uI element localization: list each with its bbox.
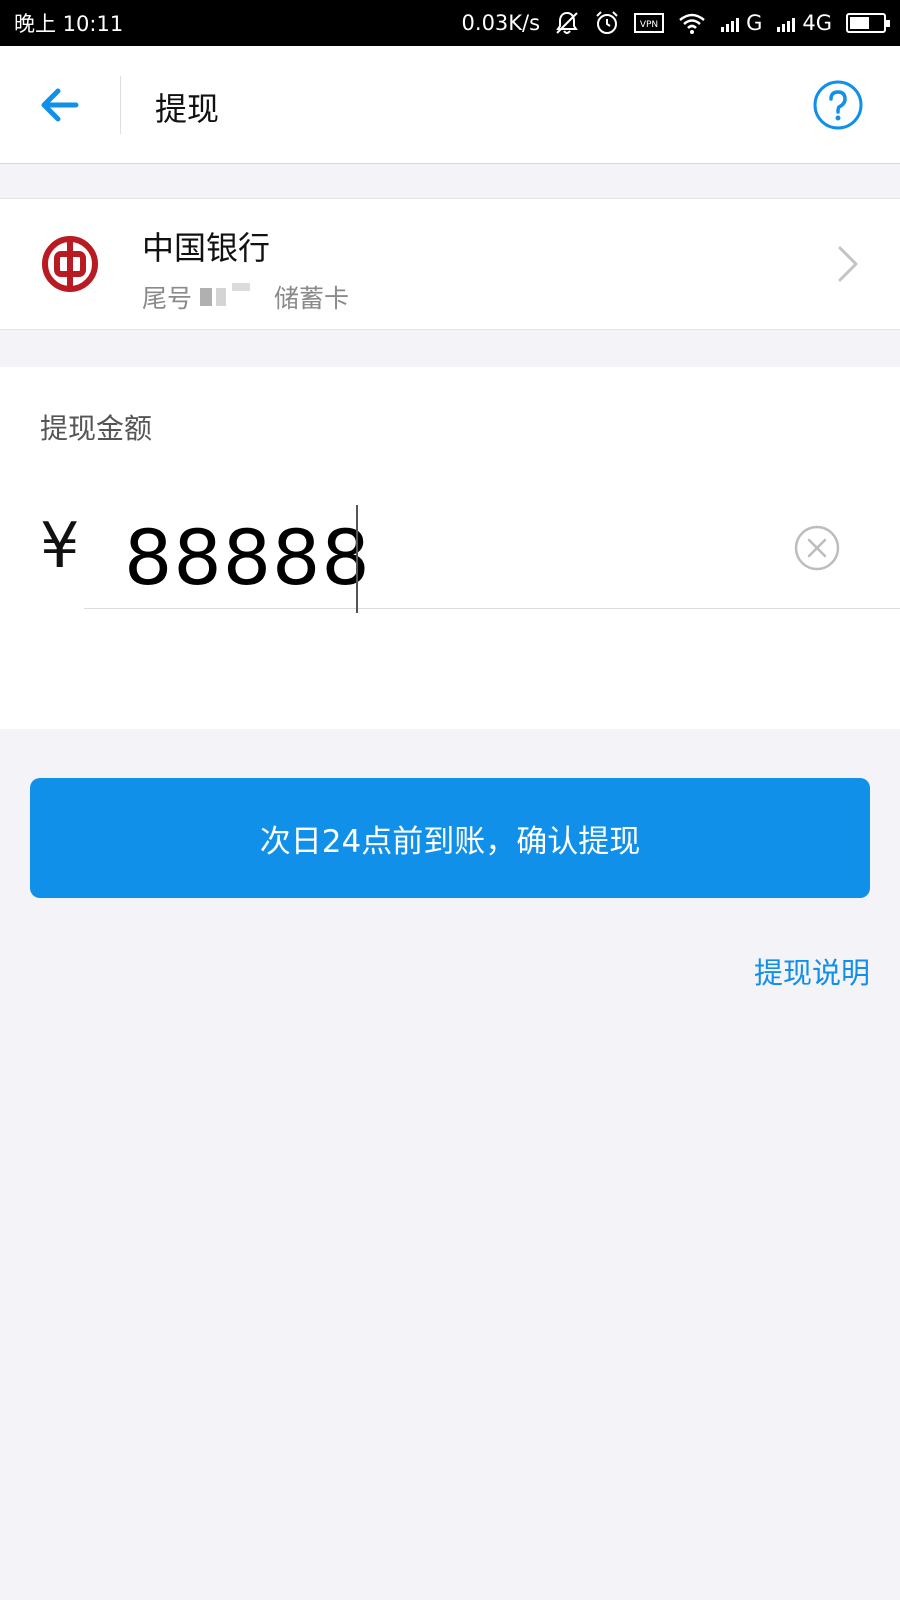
battery-icon — [846, 13, 890, 33]
masked-digits — [200, 288, 213, 306]
bell-off-icon — [554, 10, 580, 36]
amount-input[interactable]: 88888 — [84, 497, 900, 613]
signal-type-1: G — [746, 11, 763, 35]
chevron-right-icon — [836, 244, 860, 288]
svg-text:VPN: VPN — [640, 20, 658, 30]
masked-digits — [232, 283, 251, 291]
amount-label: 提现金额 — [40, 412, 153, 445]
amount-panel: 提现金额 ¥ 88888 — [0, 367, 900, 729]
status-time: 晚上 10:11 — [14, 12, 124, 36]
amount-value: 88888 — [124, 513, 371, 602]
withdraw-help-link[interactable]: 提现说明 — [754, 950, 870, 992]
signal-icon: 4G — [776, 11, 832, 35]
bank-card-selector[interactable]: 中国银行 尾号 储蓄卡 — [0, 198, 900, 330]
alarm-icon — [594, 10, 620, 36]
app-bar: 提现 — [0, 46, 900, 164]
card-type: 储蓄卡 — [274, 284, 350, 313]
currency-symbol: ¥ — [40, 509, 80, 582]
confirm-withdraw-button[interactable]: 次日24点前到账，确认提现 — [30, 778, 870, 898]
signal-type-2: 4G — [802, 11, 832, 35]
header-divider — [120, 76, 121, 134]
text-caret — [356, 505, 358, 613]
bank-of-china-logo — [40, 234, 100, 294]
status-net-speed: 0.03K/s — [461, 11, 541, 35]
masked-digits — [216, 288, 227, 306]
wifi-icon — [678, 12, 706, 34]
bank-name: 中国银行 — [142, 229, 271, 267]
page-title: 提现 — [155, 90, 220, 128]
bank-card-info: 尾号 储蓄卡 — [142, 279, 349, 315]
vpn-icon: VPN — [634, 12, 665, 34]
clear-circle-icon[interactable] — [794, 525, 840, 571]
battery-level — [850, 17, 870, 29]
back-arrow-icon[interactable] — [36, 80, 86, 130]
card-tail-label: 尾号 — [142, 284, 193, 313]
signal-icon: G — [720, 11, 762, 35]
question-circle-icon[interactable] — [812, 79, 864, 131]
status-bar: 晚上 10:11 0.03K/s VPN G 4G — [0, 0, 900, 46]
